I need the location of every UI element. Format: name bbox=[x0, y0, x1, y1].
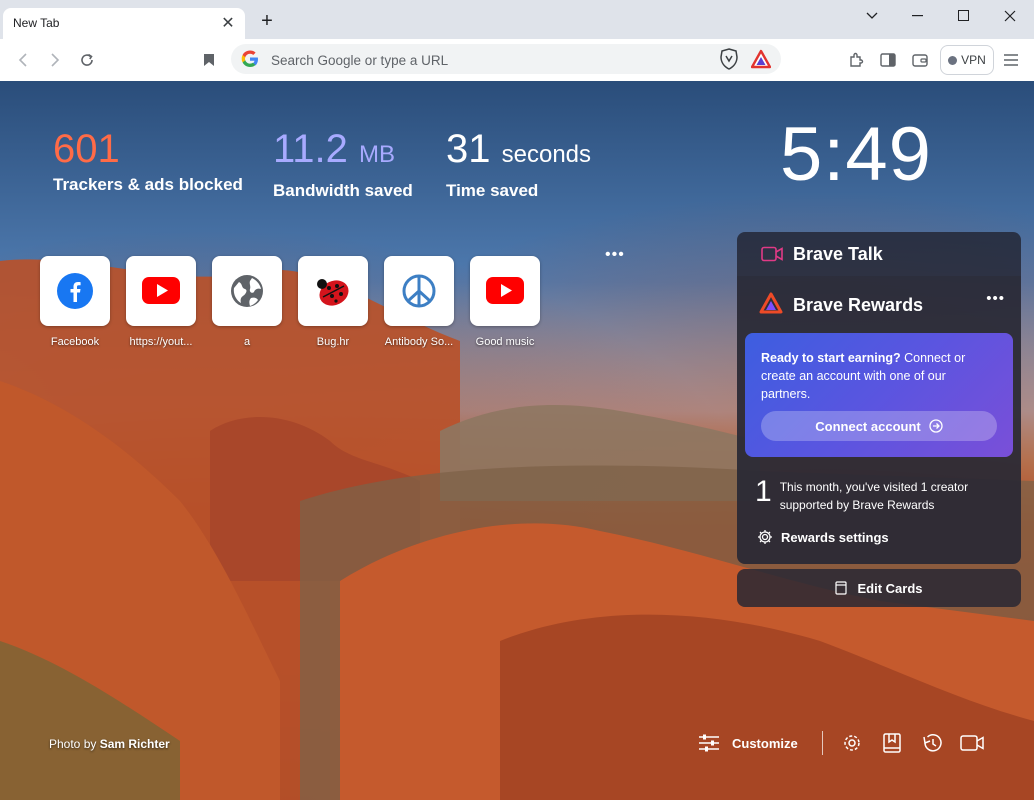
connect-account-button[interactable]: Connect account bbox=[761, 411, 997, 441]
close-window-icon[interactable] bbox=[987, 0, 1033, 32]
top-site-label: https://yout... bbox=[129, 336, 193, 348]
history-icon[interactable] bbox=[919, 730, 945, 756]
clock: 5:49 bbox=[780, 112, 932, 197]
google-icon bbox=[241, 50, 258, 67]
omnibox[interactable] bbox=[231, 44, 781, 74]
new-tab-button[interactable]: + bbox=[256, 10, 278, 32]
top-site-bughr[interactable]: Bug.hr bbox=[298, 256, 368, 348]
brave-talk-title: Brave Talk bbox=[793, 244, 883, 264]
minimize-icon[interactable] bbox=[895, 0, 941, 32]
top-site-label: Bug.hr bbox=[316, 336, 350, 348]
top-site-a[interactable]: a bbox=[212, 256, 282, 348]
credit-prefix: Photo by bbox=[49, 737, 100, 751]
stat-value: 31 bbox=[446, 127, 491, 171]
video-camera-icon bbox=[761, 246, 783, 262]
brave-talk-icon[interactable] bbox=[959, 730, 985, 756]
menu-icon[interactable] bbox=[998, 47, 1024, 73]
brave-rewards-toolbar-icon[interactable] bbox=[750, 49, 772, 74]
edit-cards-button[interactable]: Edit Cards bbox=[737, 569, 1021, 607]
stat-label: Trackers & ads blocked bbox=[53, 175, 243, 194]
rewards-promo-text: Ready to start earning? Connect or creat… bbox=[761, 349, 997, 403]
credit-author[interactable]: Sam Richter bbox=[100, 737, 170, 751]
brave-rewards-title: Brave Rewards bbox=[793, 295, 924, 315]
top-site-facebook[interactable]: Facebook bbox=[40, 256, 110, 348]
stat-time: 31 seconds Time saved bbox=[446, 127, 591, 201]
toolbar: VPN bbox=[0, 39, 1034, 82]
stat-unit: MB bbox=[359, 141, 396, 168]
toolbar-divider bbox=[821, 731, 823, 755]
stat-unit: seconds bbox=[501, 141, 592, 168]
top-site-label: Antibody So... bbox=[384, 336, 454, 348]
stat-trackers: 601 Trackers & ads blocked bbox=[53, 127, 243, 195]
top-site-good-music[interactable]: Good music bbox=[470, 256, 540, 348]
wallet-icon[interactable] bbox=[907, 47, 933, 73]
vpn-status-icon bbox=[948, 55, 958, 65]
stat-value: 601 bbox=[53, 127, 120, 171]
vpn-label: VPN bbox=[961, 53, 986, 67]
new-tab-page: 601 Trackers & ads blocked 11.2 MB Bandw… bbox=[0, 81, 1034, 800]
bookmark-icon[interactable] bbox=[196, 47, 222, 73]
facebook-icon bbox=[57, 273, 93, 309]
photo-credit: Photo by Sam Richter bbox=[49, 737, 170, 751]
rewards-promo: Ready to start earning? Connect or creat… bbox=[745, 333, 1013, 457]
maximize-icon[interactable] bbox=[941, 0, 987, 32]
cards-icon bbox=[835, 581, 848, 595]
top-site-label: a bbox=[243, 336, 251, 348]
rewards-more-icon[interactable]: ••• bbox=[986, 290, 1005, 307]
tab-title: New Tab bbox=[13, 16, 60, 30]
forward-icon[interactable] bbox=[42, 47, 68, 73]
top-sites: Facebook https://yout... a Bug.hr Antibo… bbox=[40, 256, 540, 348]
top-site-antibody[interactable]: Antibody So... bbox=[384, 256, 454, 348]
connect-account-label: Connect account bbox=[815, 418, 921, 434]
stat-bandwidth: 11.2 MB Bandwidth saved bbox=[273, 127, 413, 201]
rewards-settings-link[interactable]: Rewards settings bbox=[757, 529, 889, 545]
visited-count: 1 bbox=[755, 475, 772, 508]
brave-rewards-logo-icon bbox=[759, 292, 783, 314]
extensions-icon[interactable] bbox=[843, 47, 869, 73]
vpn-button[interactable]: VPN bbox=[940, 45, 994, 75]
brave-talk-card[interactable]: Brave Talk bbox=[737, 232, 1021, 276]
peace-icon bbox=[402, 274, 436, 308]
top-sites-more-icon[interactable]: ••• bbox=[605, 246, 625, 264]
customize-label: Customize bbox=[732, 735, 798, 751]
brave-rewards-card: Brave Rewards ••• Ready to start earning… bbox=[737, 276, 1021, 564]
stat-label: Bandwidth saved bbox=[273, 181, 413, 200]
globe-icon bbox=[231, 275, 263, 307]
bookmarks-icon[interactable] bbox=[879, 730, 905, 756]
arrow-circle-icon bbox=[929, 419, 943, 433]
top-site-label: Good music bbox=[475, 336, 535, 348]
bottom-toolbar: Customize bbox=[698, 729, 999, 757]
tab-close-icon[interactable]: ✕ bbox=[217, 12, 239, 34]
brave-shields-icon[interactable] bbox=[719, 48, 739, 75]
stat-label: Time saved bbox=[446, 181, 539, 200]
promo-bold: Ready to start earning? bbox=[761, 351, 901, 365]
gear-icon bbox=[758, 530, 772, 544]
visited-text: This month, you've visited 1 creator sup… bbox=[779, 480, 969, 512]
rewards-visited: 1 This month, you've visited 1 creator s… bbox=[755, 476, 1010, 514]
customize-button[interactable]: Customize bbox=[698, 733, 798, 753]
edit-cards-label: Edit Cards bbox=[857, 580, 923, 596]
title-bar: New Tab ✕ + bbox=[0, 0, 1034, 39]
settings-gear-icon[interactable] bbox=[839, 730, 865, 756]
sidebar-icon[interactable] bbox=[875, 47, 901, 73]
reload-icon[interactable] bbox=[74, 47, 100, 73]
top-site-youtube[interactable]: https://yout... bbox=[126, 256, 196, 348]
top-site-label: Facebook bbox=[50, 336, 100, 348]
back-icon[interactable] bbox=[10, 47, 36, 73]
search-input[interactable] bbox=[269, 49, 703, 71]
stat-value: 11.2 bbox=[273, 127, 348, 171]
ladybug-icon bbox=[317, 279, 349, 306]
rewards-settings-label: Rewards settings bbox=[781, 529, 889, 545]
youtube-icon bbox=[142, 277, 180, 304]
youtube-icon bbox=[486, 277, 524, 304]
tab-search-chevron-icon[interactable] bbox=[849, 0, 895, 32]
sliders-icon bbox=[699, 734, 719, 752]
tab-new-tab[interactable]: New Tab ✕ bbox=[3, 8, 245, 39]
